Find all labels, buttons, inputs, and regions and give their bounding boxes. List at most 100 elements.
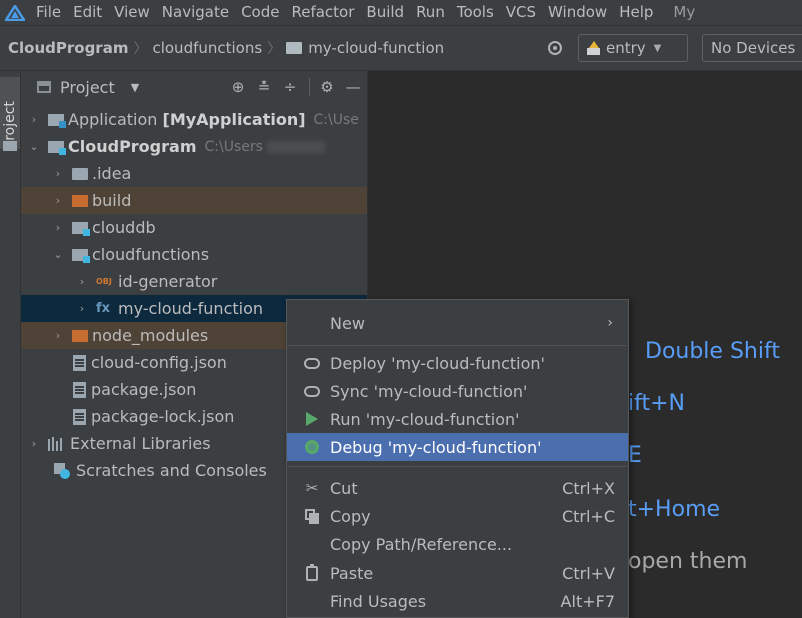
- tree-item-application[interactable]: › Application [MyApplication] C:\Use: [21, 106, 367, 133]
- expand-all-icon[interactable]: ≛: [255, 78, 273, 96]
- object-type-icon: OBJ: [96, 277, 112, 286]
- menu-item-shortcut: Ctrl+X: [562, 478, 615, 498]
- target-icon[interactable]: [548, 41, 562, 55]
- menu-code[interactable]: Code: [235, 0, 285, 25]
- menu-item-debug[interactable]: Debug 'my-cloud-function': [287, 433, 628, 461]
- menu-item-label: Deploy 'my-cloud-function': [330, 353, 545, 373]
- tree-item-idea[interactable]: › .idea: [21, 160, 367, 187]
- menu-separator: [288, 345, 627, 346]
- breadcrumb-cloudfunctions[interactable]: cloudfunctions: [152, 39, 262, 57]
- menu-build[interactable]: Build: [360, 0, 410, 25]
- menu-separator: [288, 466, 627, 467]
- tree-item-label: my-cloud-function: [118, 299, 264, 318]
- menu-item-new[interactable]: New ›: [287, 309, 628, 337]
- tree-item-cloudprogram[interactable]: ⌄ CloudProgram C:\Users: [21, 133, 367, 160]
- module-folder-icon: [48, 113, 66, 128]
- toolbar-divider: [309, 78, 310, 96]
- menu-item-label: Debug 'my-cloud-function': [330, 437, 542, 457]
- locate-icon[interactable]: ⊕: [229, 78, 247, 96]
- tree-item-build[interactable]: › build: [21, 187, 367, 214]
- menu-run[interactable]: Run: [410, 0, 451, 25]
- tree-item-path: C:\Use: [313, 111, 359, 128]
- project-panel-title[interactable]: Project: [60, 78, 115, 97]
- tree-item-cloudfunctions[interactable]: ⌄ cloudfunctions: [21, 241, 367, 268]
- tree-item-label: node_modules: [92, 326, 209, 345]
- copy-icon: [301, 507, 323, 525]
- json-file-icon: [73, 381, 86, 398]
- tree-item-module-name: [MyApplication]: [162, 110, 306, 129]
- blank-icon: [301, 592, 323, 610]
- tree-item-label: package-lock.json: [91, 407, 235, 426]
- breadcrumb-separator-icon: 〉: [133, 41, 148, 57]
- menu-item-copy-path[interactable]: Copy Path/Reference...: [287, 530, 628, 558]
- chevron-down-icon[interactable]: ⌄: [53, 248, 63, 261]
- menu-tools[interactable]: Tools: [451, 0, 500, 25]
- scratches-icon: [54, 462, 70, 479]
- cloud-module-folder-icon: [72, 248, 90, 263]
- device-select[interactable]: No Devices: [702, 34, 802, 62]
- blank-icon: [301, 535, 323, 553]
- chevron-right-icon[interactable]: ›: [29, 113, 39, 126]
- menu-item-cut[interactable]: ✂ Cut Ctrl+X: [287, 474, 628, 502]
- chevron-right-icon[interactable]: ›: [53, 329, 63, 342]
- cloud-module-folder-icon: [72, 221, 90, 236]
- chevron-right-icon[interactable]: ›: [53, 221, 63, 234]
- chevron-down-icon[interactable]: ▼: [131, 81, 139, 94]
- scissors-icon: ✂: [305, 479, 319, 497]
- hint-shortcut-search-everywhere: Double Shift: [645, 339, 780, 364]
- menu-view[interactable]: View: [108, 0, 156, 25]
- menu-item-label: Copy: [330, 506, 371, 526]
- breadcrumb-separator-icon: 〉: [267, 41, 282, 57]
- library-icon: [48, 436, 66, 451]
- collapse-all-icon[interactable]: ÷: [281, 78, 299, 96]
- project-tool-tab[interactable]: Project: [0, 77, 20, 149]
- chevron-down-icon[interactable]: ⌄: [29, 140, 39, 153]
- folder-icon: [286, 42, 303, 54]
- minimize-icon[interactable]: —: [344, 78, 362, 96]
- navigation-bar: CloudProgram 〉 cloudfunctions 〉 my-cloud…: [0, 25, 802, 71]
- breadcrumb-my-cloud-function[interactable]: my-cloud-function: [308, 39, 444, 57]
- chevron-down-icon: ▼: [653, 42, 662, 54]
- run-toolbar: entry ▼ No Devices: [548, 26, 802, 70]
- menu-item-run[interactable]: Run 'my-cloud-function': [287, 405, 628, 433]
- context-menu: New › Deploy 'my-cloud-function' Sync 'm…: [286, 299, 629, 618]
- menu-edit[interactable]: Edit: [67, 0, 108, 25]
- menu-item-find-usages[interactable]: Find Usages Alt+F7: [287, 587, 628, 615]
- menu-bar: File Edit View Navigate Code Refactor Bu…: [0, 0, 802, 25]
- json-file-icon: [73, 354, 86, 371]
- tree-item-label: External Libraries: [70, 434, 211, 453]
- menu-item-deploy[interactable]: Deploy 'my-cloud-function': [287, 349, 628, 377]
- menu-item-paste[interactable]: Paste Ctrl+V: [287, 559, 628, 587]
- menu-vcs[interactable]: VCS: [500, 0, 542, 25]
- play-icon: [301, 410, 323, 428]
- tree-item-label: .idea: [92, 164, 132, 183]
- breadcrumb-project[interactable]: CloudProgram: [0, 39, 128, 57]
- chevron-right-icon[interactable]: ›: [53, 194, 63, 207]
- module-icon: [587, 41, 600, 55]
- chevron-right-icon[interactable]: ›: [29, 437, 39, 450]
- tree-item-id-generator[interactable]: › OBJ id-generator: [21, 268, 367, 295]
- menu-help[interactable]: Help: [613, 0, 659, 25]
- chevron-right-icon[interactable]: ›: [77, 302, 87, 315]
- function-icon: fx: [96, 301, 111, 316]
- chevron-right-icon[interactable]: ›: [53, 167, 63, 180]
- tree-item-label: cloudfunctions: [92, 245, 210, 264]
- menu-item-label: Copy Path/Reference...: [330, 534, 513, 554]
- menu-file[interactable]: File: [30, 0, 67, 25]
- run-config-select[interactable]: entry ▼: [578, 34, 688, 62]
- tree-item-label: build: [92, 191, 132, 210]
- menu-refactor[interactable]: Refactor: [285, 0, 360, 25]
- menu-item-sync[interactable]: Sync 'my-cloud-function': [287, 377, 628, 405]
- project-view-icon: [37, 81, 51, 93]
- menu-window[interactable]: Window: [542, 0, 613, 25]
- cloud-sync-icon: [301, 382, 323, 400]
- chevron-right-icon[interactable]: ›: [77, 275, 87, 288]
- app-logo-icon[interactable]: [0, 0, 30, 25]
- gear-icon[interactable]: ⚙: [318, 78, 336, 96]
- menu-navigate[interactable]: Navigate: [156, 0, 235, 25]
- menu-item-label: New: [330, 313, 365, 333]
- tree-item-clouddb[interactable]: › clouddb: [21, 214, 367, 241]
- folder-icon: [3, 141, 17, 151]
- tree-item-label: package.json: [91, 380, 197, 399]
- menu-item-copy[interactable]: Copy Ctrl+C: [287, 502, 628, 530]
